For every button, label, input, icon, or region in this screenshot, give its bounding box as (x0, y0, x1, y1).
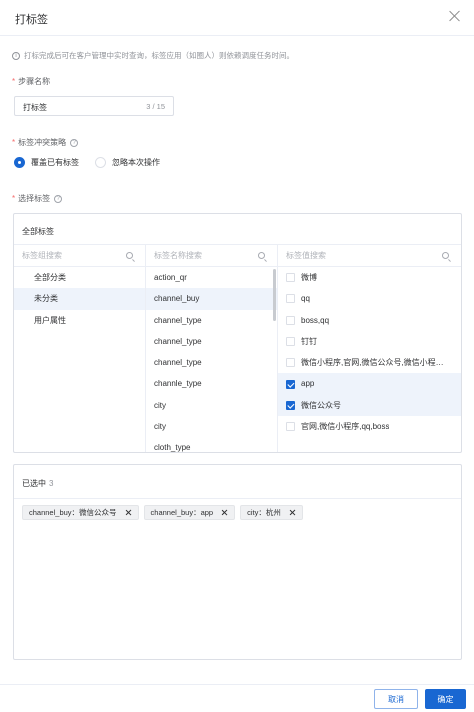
selected-tag-chip: channel_buy：微信公众号 (22, 505, 139, 520)
question-icon[interactable]: ? (54, 194, 63, 203)
tag-selector-panel: 全部标签 全部分类 未分类 用户属性 action_qr channel_buy… (13, 213, 462, 453)
selected-tags-panel: 已选中 3 channel_buy：微信公众号 channel_buy：app c… (13, 464, 462, 660)
conflict-label-text: 标签冲突策略 (18, 138, 67, 147)
tag-value-item[interactable]: boss,qq (278, 310, 461, 331)
tag-value-item[interactable]: 微信公众号 (278, 394, 461, 417)
required-mark: * (12, 138, 16, 147)
tag-name-column: action_qr channel_buy channel_type chann… (146, 245, 278, 452)
tag-value-label: 官网,微信小程序,qq,boss (301, 422, 390, 432)
tag-value-search (278, 245, 461, 267)
checkbox-checked-icon[interactable] (286, 400, 295, 410)
radio-overwrite[interactable]: 覆盖已有标签 (14, 157, 79, 168)
tag-name-item[interactable]: city (146, 416, 277, 437)
chip-label: channel_buy：微信公众号 (29, 508, 117, 517)
info-tip: i 打标完成后可在客户管理中实时查询，标签应用（如圈人）则依赖调度任务时间。 (12, 50, 294, 61)
chip-label: city：杭州 (247, 508, 281, 517)
tag-value-item[interactable]: 官网,微信小程序,qq,boss (278, 416, 461, 437)
step-name-label: * 步骤名称 (12, 76, 50, 87)
tag-value-label: app (301, 379, 315, 389)
selected-tag-chip: city：杭州 (240, 505, 303, 520)
tag-value-item[interactable]: 钉钉 (278, 331, 461, 352)
selected-tags-header: 已选中 3 (14, 465, 461, 499)
step-name-label-text: 步骤名称 (18, 77, 51, 86)
dialog-header: 打标签 (0, 0, 474, 36)
radio-checked-icon (14, 157, 25, 168)
tag-value-item[interactable]: app (278, 373, 461, 395)
radio-unchecked-icon (95, 157, 106, 168)
tag-value-search-input[interactable] (278, 245, 461, 266)
info-icon: i (12, 51, 20, 60)
search-icon[interactable] (442, 252, 449, 259)
tag-name-item[interactable]: channel_type (146, 310, 277, 331)
dialog-footer: 取消 确定 (0, 684, 474, 712)
tag-value-label: 钉钉 (301, 336, 317, 346)
search-icon[interactable] (126, 252, 133, 259)
checkbox-icon[interactable] (286, 358, 295, 368)
radio-ignore[interactable]: 忽略本次操作 (95, 157, 160, 168)
dialog-title: 打标签 (15, 14, 48, 26)
tag-group-item[interactable]: 用户属性 (14, 310, 145, 331)
step-name-counter: 3 / 15 (146, 102, 165, 111)
tag-name-item[interactable]: cloth_type (146, 437, 277, 452)
tag-group-column: 全部分类 未分类 用户属性 (14, 245, 146, 452)
tag-name-search (146, 245, 277, 267)
selected-tag-chip: channel_buy：app (143, 505, 236, 520)
tag-name-item[interactable]: action_qr (146, 267, 277, 288)
tag-panel-title: 全部标签 (14, 214, 461, 245)
checkbox-icon[interactable] (286, 294, 295, 304)
tag-value-column: 微博 qq boss,qq 钉钉 微信小程序,官网,微信公众号,微信小程… ap… (278, 245, 461, 452)
search-icon[interactable] (258, 252, 265, 259)
required-mark: * (12, 77, 16, 86)
info-tip-text: 打标完成后可在客户管理中实时查询，标签应用（如圈人）则依赖调度任务时间。 (24, 51, 294, 60)
tag-group-item[interactable]: 全部分类 (14, 267, 145, 288)
tag-value-label: 微信小程序,官网,微信公众号,微信小程… (301, 358, 444, 368)
tag-group-item[interactable]: 未分类 (14, 288, 145, 310)
cancel-button[interactable]: 取消 (374, 689, 418, 709)
remove-icon[interactable] (289, 509, 296, 516)
tag-name-item[interactable]: channel_type (146, 331, 277, 352)
question-icon[interactable]: ? (70, 138, 79, 147)
tag-value-item[interactable]: 微博 (278, 267, 461, 288)
radio-overwrite-label: 覆盖已有标签 (31, 158, 79, 167)
checkbox-icon[interactable] (286, 273, 295, 283)
selected-label: 已选中 (22, 479, 46, 488)
checkbox-icon[interactable] (286, 422, 295, 432)
conflict-label: * 标签冲突策略 ? (12, 137, 79, 148)
tag-value-label: 微信公众号 (301, 400, 341, 410)
select-tags-label: * 选择标签 ? (12, 193, 63, 204)
radio-ignore-label: 忽略本次操作 (112, 158, 160, 167)
tag-group-search (14, 245, 145, 267)
tag-value-label: qq (301, 294, 310, 304)
tag-value-item[interactable]: qq (278, 288, 461, 309)
tag-name-item[interactable]: city (146, 395, 277, 416)
tag-value-label: boss,qq (301, 315, 330, 325)
checkbox-icon[interactable] (286, 315, 295, 325)
step-name-value: 打标签 (23, 103, 47, 112)
selected-count: 3 (49, 479, 54, 488)
selected-chip-list: channel_buy：微信公众号 channel_buy：app city：杭… (22, 505, 308, 520)
step-name-input[interactable]: 打标签 3 / 15 (14, 96, 174, 116)
tag-name-item[interactable]: channel_buy (146, 288, 277, 310)
tag-name-item[interactable]: channle_type (146, 373, 277, 394)
checkbox-icon[interactable] (286, 337, 295, 347)
tag-name-item[interactable]: channel_type (146, 352, 277, 373)
remove-icon[interactable] (125, 509, 132, 516)
checkbox-checked-icon[interactable] (286, 379, 295, 389)
select-tags-label-text: 选择标签 (18, 194, 51, 203)
confirm-button[interactable]: 确定 (425, 689, 466, 709)
remove-icon[interactable] (221, 509, 228, 516)
tag-value-label: 微博 (301, 273, 317, 282)
conflict-radio-group: 覆盖已有标签 忽略本次操作 (14, 157, 176, 168)
scrollbar[interactable] (273, 269, 276, 321)
required-mark: * (12, 194, 16, 203)
close-icon[interactable] (448, 9, 462, 23)
chip-label: channel_buy：app (150, 508, 214, 517)
tag-value-item[interactable]: 微信小程序,官网,微信公众号,微信小程… (278, 352, 461, 373)
